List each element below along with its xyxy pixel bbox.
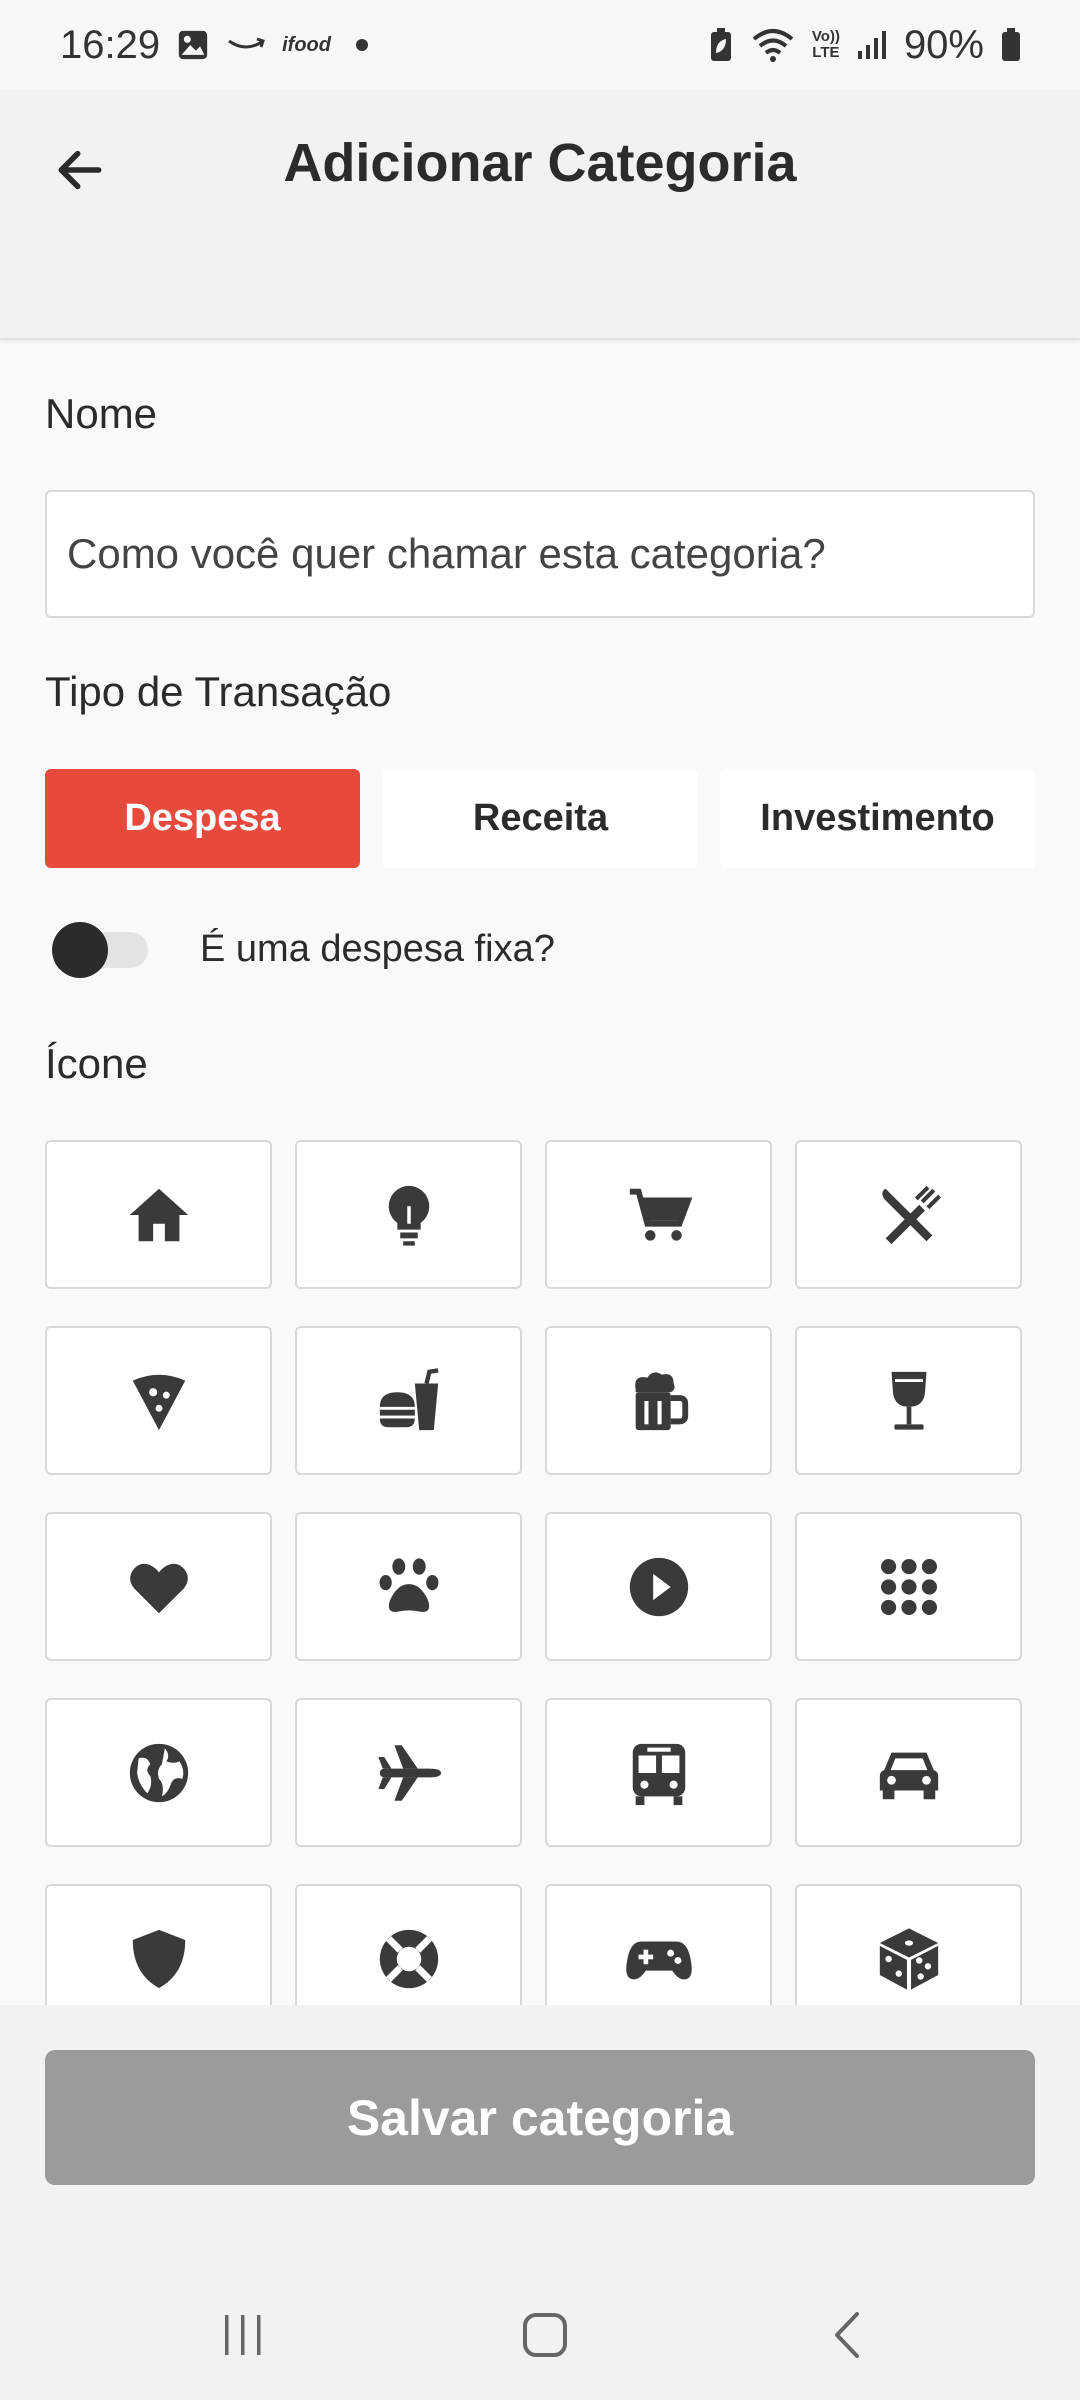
icon-option-paw[interactable] [295, 1512, 522, 1661]
signal-icon [856, 29, 888, 61]
lightbulb-icon [388, 1185, 429, 1246]
airplane-icon [377, 1744, 441, 1801]
fixed-expense-label: É uma despesa fixa? [200, 928, 555, 970]
app-header [0, 90, 1080, 340]
transaction-type-label: Tipo de Transação [45, 668, 392, 715]
icon-option-shield[interactable] [45, 1884, 272, 2005]
shield-icon [132, 1929, 185, 1988]
type-despesa-button[interactable]: Despesa [45, 769, 360, 868]
type-investimento-button[interactable]: Investimento [720, 769, 1035, 868]
life-ring-icon [379, 1929, 438, 1988]
utensils-icon [881, 1185, 941, 1244]
home-nav-button[interactable] [500, 2305, 590, 2365]
icon-option-gamepad[interactable] [545, 1884, 772, 2005]
icon-option-life-ring[interactable] [295, 1884, 522, 2005]
car-icon [879, 1752, 938, 1799]
category-name-input[interactable] [45, 490, 1035, 618]
home-nav-icon [523, 2313, 567, 2357]
name-label: Nome [45, 390, 158, 437]
grid-dots-icon [880, 1558, 937, 1615]
icon-option-car[interactable] [795, 1698, 1022, 1847]
recent-apps-icon [225, 2315, 261, 2355]
back-nav-button[interactable] [802, 2305, 892, 2365]
status-time: 16:29 [60, 22, 161, 67]
paw-icon [379, 1557, 438, 1612]
icon-option-dice[interactable] [795, 1884, 1022, 2005]
icon-option-wine-glass[interactable] [795, 1326, 1022, 1475]
bus-icon [632, 1743, 685, 1805]
dot-icon [347, 30, 377, 60]
icon-option-globe[interactable] [45, 1698, 272, 1847]
ifood-icon: ifood [282, 33, 331, 56]
icon-grid[interactable] [0, 1130, 1080, 2005]
battery-icon [1000, 27, 1022, 63]
icon-option-utensils[interactable] [795, 1140, 1022, 1289]
icon-option-lightbulb[interactable] [295, 1140, 522, 1289]
pizza-icon [132, 1374, 185, 1430]
globe-icon [129, 1743, 188, 1802]
type-receita-button[interactable]: Receita [383, 769, 698, 868]
home-icon [129, 1188, 188, 1241]
volte-text-bottom: LTE [812, 44, 840, 61]
fixed-expense-toggle[interactable] [52, 922, 148, 978]
icon-option-bus[interactable] [545, 1698, 772, 1847]
gamepad-icon [625, 1941, 692, 1979]
image-icon [176, 28, 210, 62]
beer-icon [634, 1371, 688, 1430]
page-title: Adicionar Categoria [283, 133, 797, 193]
battery-percent: 90% [903, 22, 984, 67]
dice-icon [879, 1927, 938, 1990]
icon-option-airplane[interactable] [295, 1698, 522, 1847]
back-nav-icon [835, 2312, 859, 2358]
battery-saver-icon [708, 27, 734, 63]
heart-icon [129, 1563, 188, 1613]
save-category-button[interactable]: Salvar categoria [45, 2050, 1035, 2185]
wifi-icon [750, 27, 796, 63]
volte-text-top: Vo)) [811, 28, 840, 45]
icon-option-grid-dots[interactable] [795, 1512, 1022, 1661]
status-right: Vo)) LTE 90% [708, 23, 1022, 68]
icon-option-beer[interactable] [545, 1326, 772, 1475]
icon-option-cart[interactable] [545, 1140, 772, 1289]
amazon-icon [226, 33, 266, 57]
status-left: 16:29 ifood [60, 23, 377, 68]
fastfood-icon [379, 1367, 439, 1430]
status-bar: 16:29 ifood Vo)) LTE 90% [0, 0, 1080, 90]
recent-apps-button[interactable] [198, 2305, 288, 2365]
icon-option-heart[interactable] [45, 1512, 272, 1661]
icon-label: Ícone [45, 1040, 148, 1087]
system-nav-bar [0, 2290, 1080, 2380]
icon-option-pizza[interactable] [45, 1326, 272, 1475]
wine-glass-icon [891, 1371, 926, 1430]
icon-option-home[interactable] [45, 1140, 272, 1289]
play-circle-icon [629, 1557, 688, 1616]
icon-option-play-circle[interactable] [545, 1512, 772, 1661]
volte-icon: Vo)) LTE [812, 29, 840, 61]
cart-icon [629, 1188, 692, 1241]
toggle-thumb [52, 922, 108, 978]
icon-option-fastfood[interactable] [295, 1326, 522, 1475]
